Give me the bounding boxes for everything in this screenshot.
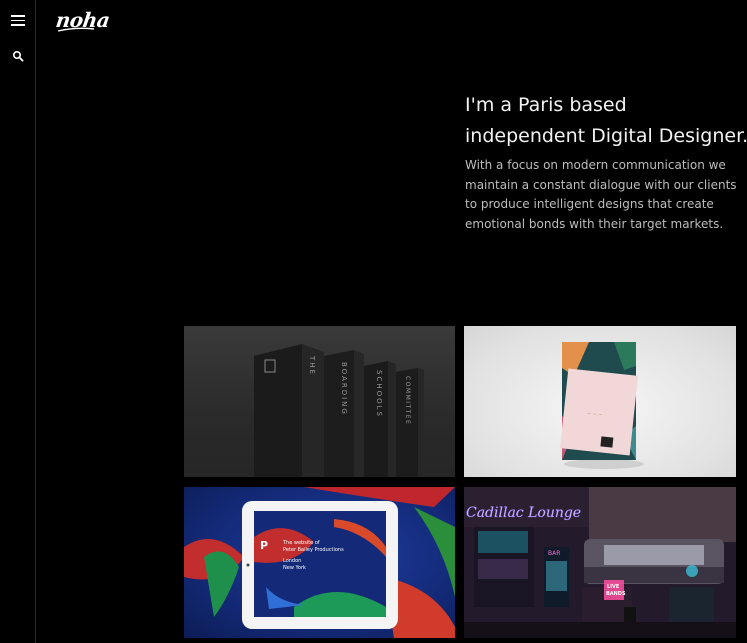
headline-line-1: I'm a Paris based	[465, 94, 627, 116]
tablet-line-1: The website of	[282, 540, 320, 546]
sign-word-the: THE	[308, 355, 316, 376]
logo-swash	[57, 27, 95, 32]
portfolio-tile-cadillac-lounge[interactable]: Cadillac Lounge BAR LIVE BANDS	[464, 487, 736, 638]
sign-word-schools: SCHOOLS	[375, 370, 383, 418]
headline-line-2: independent Digital Designer.	[465, 125, 747, 147]
neon-sign-cadillac-lounge: Cadillac Lounge	[466, 505, 581, 521]
hero-intro: With a focus on modern communication we …	[465, 158, 737, 231]
tablet-line-2: Peter Bailey Productions	[283, 547, 344, 553]
tablet-line-3: London	[283, 558, 301, 564]
tablet-line-4: New York	[283, 565, 306, 571]
portfolio-tile-peter-bailey[interactable]: P The website of Peter Bailey Production…	[184, 487, 455, 638]
floral-card-illustration: ~ ~ ~	[560, 342, 644, 469]
sign-word-committee: COMMITTEE	[404, 376, 411, 425]
hamburger-icon[interactable]	[11, 15, 25, 26]
boarding-schools-illustration: THE BOARDING SCHOOLS COMMITTEE	[254, 344, 424, 477]
peter-bailey-illustration: P The website of Peter Bailey Production…	[184, 487, 455, 638]
neon-live-sign: LIVE	[607, 584, 620, 590]
sidebar	[0, 0, 36, 643]
search-icon[interactable]	[12, 50, 24, 62]
neon-bar-sign: BAR	[548, 550, 560, 557]
portfolio-tile-boarding-schools[interactable]: THE BOARDING SCHOOLS COMMITTEE	[184, 326, 455, 477]
hero-headline: I'm a Paris based independent Digital De…	[465, 90, 747, 152]
tablet-logo-letter: P	[260, 539, 268, 552]
portfolio-tile-floral-card[interactable]: ~ ~ ~	[464, 326, 736, 477]
cadillac-lounge-illustration: Cadillac Lounge BAR LIVE BANDS	[464, 487, 736, 638]
neon-bands-sign: BANDS	[606, 591, 626, 597]
sign-word-boarding: BOARDING	[340, 362, 348, 416]
